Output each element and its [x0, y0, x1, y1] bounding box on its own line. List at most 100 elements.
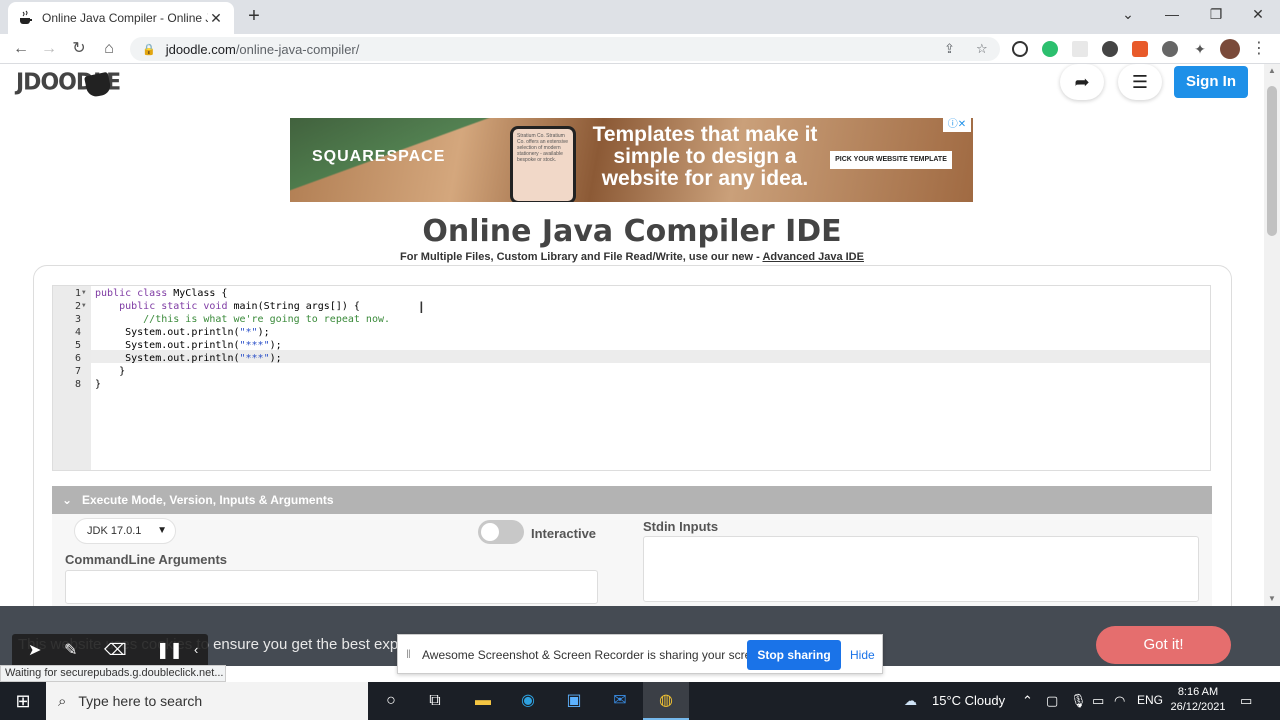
home-icon[interactable]: ⌂	[98, 38, 120, 60]
address-bar[interactable]: 🔒 jdoodle.com /online-java-compiler/ ⇪ ☆	[130, 37, 1000, 61]
weather-cloud-icon[interactable]: ☁	[904, 693, 917, 709]
scroll-up-icon[interactable]: ▲	[1264, 66, 1280, 75]
show-hidden-icons-icon[interactable]: ⌃	[1022, 693, 1033, 709]
share-icon[interactable]: ➦	[1060, 64, 1104, 100]
cmdline-label: CommandLine Arguments	[65, 552, 228, 567]
task-view-icon[interactable]: ⧉	[424, 691, 446, 711]
line-number: 4	[74, 327, 81, 338]
drag-handle-icon[interactable]: ‖	[406, 647, 411, 661]
bookmark-star-icon[interactable]: ☆	[976, 41, 988, 57]
new-tab-button[interactable]: +	[244, 6, 264, 26]
code-line: public class MyClass {	[95, 288, 228, 299]
collapse-arrow-icon[interactable]: ‹	[194, 642, 198, 657]
hide-link[interactable]: Hide	[850, 648, 875, 662]
page-scrollbar[interactable]: ▲ ▼	[1264, 64, 1280, 606]
close-window-button[interactable]: ✕	[1236, 0, 1280, 30]
extension-gear-icon[interactable]	[1162, 41, 1178, 57]
code-line: System.out.println("***");	[95, 340, 282, 351]
pen-tool-icon[interactable]: ✎	[64, 640, 77, 660]
extension-icon[interactable]	[1072, 41, 1088, 57]
taskbar-search-box[interactable]: ⌕ Type here to search	[46, 682, 368, 720]
language-indicator[interactable]: ENG	[1137, 693, 1163, 707]
subtitle-text: For Multiple Files, Custom Library and F…	[400, 251, 763, 263]
scroll-down-icon[interactable]: ▼	[1264, 594, 1280, 603]
ad-cta-button[interactable]: PICK YOUR WEBSITE TEMPLATE	[830, 151, 952, 169]
tab-search-icon[interactable]: ⌄	[1106, 0, 1150, 30]
jdk-version-select[interactable]: JDK 17.0.1 ▼	[74, 518, 176, 544]
cmdline-input[interactable]	[65, 570, 598, 604]
jdoodle-favicon-icon	[18, 10, 34, 26]
cortana-icon[interactable]: ○	[380, 691, 402, 711]
browser-status-bar: Waiting for securepubads.g.doubleclick.n…	[0, 665, 226, 682]
forward-arrow-icon[interactable]: →	[38, 38, 60, 60]
restore-button[interactable]: ❐	[1194, 0, 1238, 30]
text-cursor-icon: I	[419, 298, 424, 317]
code-line: System.out.println("***");	[95, 353, 282, 364]
pause-icon[interactable]: ❚❚	[156, 640, 183, 660]
edge-browser-icon[interactable]: ◉	[517, 691, 539, 711]
tab-close-icon[interactable]: ✕	[208, 10, 224, 27]
windows-start-icon[interactable]: ⊞	[0, 682, 46, 720]
settings-extension-icon[interactable]	[1102, 41, 1118, 57]
code-line: public static void main(String args[]) {	[119, 301, 360, 312]
screen-recorder-extension-icon[interactable]	[1132, 41, 1148, 57]
ad-phone-mockup: Stratium Co. Stratium Co. offers an exte…	[510, 126, 576, 202]
ad-brand: SQUARESPACE	[312, 148, 446, 165]
weather-text[interactable]: 15°C Cloudy	[932, 693, 1005, 708]
microphone-icon[interactable]: 🎙	[1070, 693, 1087, 709]
browser-tab[interactable]: Online Java Compiler - Online Ja ✕	[8, 2, 234, 34]
browser-menu-icon[interactable]: ⋮	[1248, 38, 1270, 60]
line-number: 7	[74, 366, 81, 377]
share-page-icon[interactable]: ⇪	[944, 41, 955, 57]
page-content: JDOODLE ➦ ☰ Sign In SQUARESPACE Stratium…	[0, 64, 1264, 606]
minimize-button[interactable]: —	[1150, 0, 1194, 30]
execute-options-header[interactable]: ⌄ Execute Mode, Version, Inputs & Argume…	[52, 486, 1212, 514]
fold-arrow-icon[interactable]: ▼	[82, 289, 86, 296]
cursor-tool-icon[interactable]: ➤	[28, 640, 41, 660]
grammarly-extension-icon[interactable]	[1042, 41, 1058, 57]
adchoices-icon[interactable]: ⓘ✕	[943, 118, 971, 132]
url-host: jdoodle.com	[165, 41, 236, 57]
code-line: //this is what we're going to repeat now…	[95, 314, 391, 325]
microsoft-store-icon[interactable]: ▣	[563, 691, 585, 711]
battery-icon[interactable]: ▭	[1092, 693, 1104, 709]
browser-toolbar: ← → ↻ ⌂ 🔒 jdoodle.com /online-java-compi…	[0, 34, 1280, 64]
line-number: 1	[74, 288, 81, 299]
puzzle-extensions-icon[interactable]: ✦	[1192, 41, 1208, 57]
block-extension-icon[interactable]	[1012, 41, 1028, 57]
eraser-tool-icon[interactable]: ⌫	[104, 640, 127, 660]
annotation-toolbar: ➤ ✎ ⌫ ❚❚ ‹	[12, 634, 208, 668]
profile-avatar[interactable]	[1220, 39, 1240, 59]
back-arrow-icon[interactable]: ←	[10, 38, 32, 60]
stop-sharing-button[interactable]: Stop sharing	[747, 640, 841, 670]
code-editor[interactable]: 1 ▼ public class MyClass { 2 ▼ public st…	[52, 285, 1211, 471]
stdin-label: Stdin Inputs	[643, 519, 719, 534]
code-line: System.out.println("*");	[95, 327, 270, 338]
squarespace-ad-banner[interactable]: SQUARESPACE Stratium Co. Stratium Co. of…	[290, 118, 973, 202]
stdin-input[interactable]	[643, 536, 1199, 602]
jdk-version-value: JDK 17.0.1	[87, 525, 142, 537]
chrome-taskbar-button[interactable]: ◍	[643, 682, 689, 720]
page-title: Online Java Compiler IDE	[422, 214, 842, 249]
lock-icon: 🔒	[142, 43, 156, 56]
system-clock[interactable]: 8:16 AM 26/12/2021	[1166, 685, 1230, 715]
share-message: Awesome Screenshot & Screen Recorder is …	[422, 648, 768, 662]
mail-icon[interactable]: ✉	[609, 691, 631, 711]
scroll-thumb[interactable]	[1267, 86, 1277, 236]
reload-icon[interactable]: ↻	[68, 38, 90, 60]
screen-share-notification: ‖ Awesome Screenshot & Screen Recorder i…	[397, 634, 883, 674]
browser-tab-strip: Online Java Compiler - Online Ja ✕ + ⌄ —…	[0, 0, 1280, 34]
url-path: /online-java-compiler/	[235, 41, 360, 57]
hamburger-menu-icon[interactable]: ☰	[1118, 64, 1162, 100]
advanced-ide-link[interactable]: Advanced Java IDE	[762, 251, 864, 263]
file-explorer-icon[interactable]: ▬	[472, 691, 494, 711]
notifications-icon[interactable]: ▭	[1240, 693, 1252, 709]
fold-arrow-icon[interactable]: ▼	[82, 302, 86, 309]
code-line: }	[95, 379, 102, 390]
chevron-down-icon: ⌄	[62, 493, 73, 507]
wifi-icon[interactable]: ◠	[1114, 693, 1125, 709]
got-it-button[interactable]: Got it!	[1096, 626, 1231, 664]
meet-icon[interactable]: ▢	[1046, 693, 1058, 709]
interactive-toggle[interactable]	[478, 520, 524, 544]
sign-in-button[interactable]: Sign In	[1174, 66, 1248, 98]
